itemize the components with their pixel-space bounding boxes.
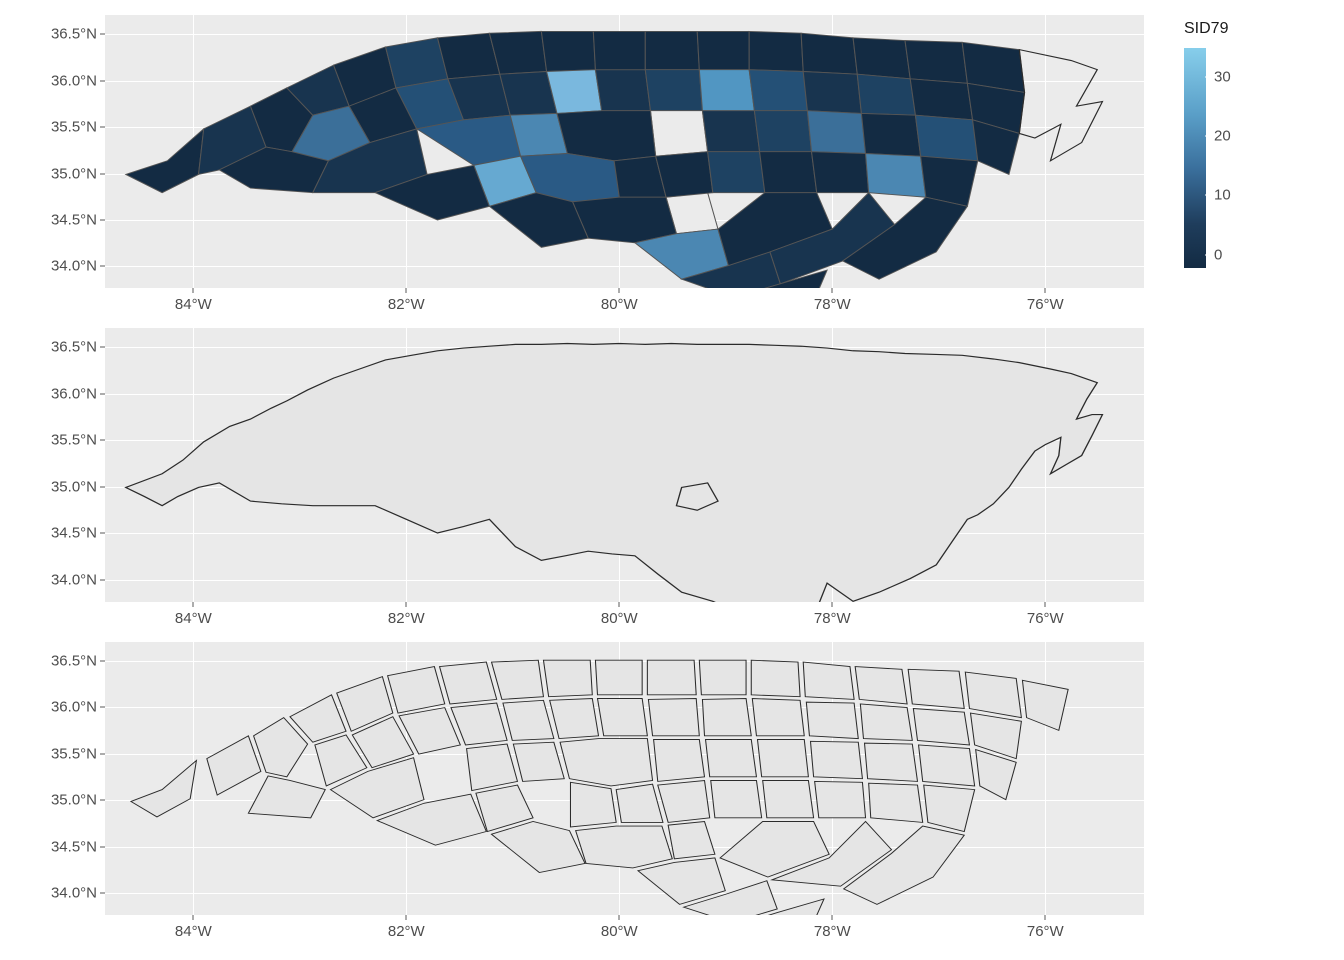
y-tick-label: 35.5°N bbox=[51, 119, 97, 136]
x-tick-label: 78°W bbox=[814, 610, 851, 627]
x-tick-label: 82°W bbox=[388, 610, 425, 627]
y-tick-label: 34.5°N bbox=[51, 525, 97, 542]
panel-choropleth: 36.5°N 36.0°N 35.5°N 35.0°N 34.5°N 34.0°… bbox=[20, 15, 1144, 318]
plot-area-3[interactable] bbox=[105, 642, 1144, 915]
x-axis-1: 84°W 82°W 80°W 78°W 76°W bbox=[20, 288, 1144, 318]
y-tick-label: 36.0°N bbox=[51, 385, 97, 402]
x-tick-label: 76°W bbox=[1027, 296, 1064, 313]
y-tick-label: 36.5°N bbox=[51, 652, 97, 669]
x-tick-label: 76°W bbox=[1027, 610, 1064, 627]
legend-colorbar bbox=[1184, 48, 1206, 268]
x-tick-label: 84°W bbox=[175, 296, 212, 313]
y-tick-label: 34.5°N bbox=[51, 838, 97, 855]
y-axis-2: 36.5°N 36.0°N 35.5°N 35.0°N 34.5°N 34.0°… bbox=[20, 328, 105, 601]
x-tick-label: 76°W bbox=[1027, 923, 1064, 940]
y-axis-1: 36.5°N 36.0°N 35.5°N 35.0°N 34.5°N 34.0°… bbox=[20, 15, 105, 288]
simplified-map bbox=[105, 642, 1144, 915]
outline-map bbox=[105, 328, 1144, 601]
y-tick-label: 36.0°N bbox=[51, 699, 97, 716]
y-tick-label: 35.0°N bbox=[51, 165, 97, 182]
legend-tick-label: 10 bbox=[1214, 187, 1231, 204]
legend-tick-label: 0 bbox=[1214, 246, 1222, 263]
x-tick-label: 80°W bbox=[601, 610, 638, 627]
panel-simplified: 36.5°N 36.0°N 35.5°N 35.0°N 34.5°N 34.0°… bbox=[20, 642, 1144, 945]
y-axis-3: 36.5°N 36.0°N 35.5°N 35.0°N 34.5°N 34.0°… bbox=[20, 642, 105, 915]
legend: SID79 30 20 10 0 bbox=[1144, 15, 1324, 945]
x-tick-label: 82°W bbox=[388, 296, 425, 313]
y-tick-label: 35.5°N bbox=[51, 745, 97, 762]
y-tick-label: 34.0°N bbox=[51, 258, 97, 275]
y-tick-label: 36.0°N bbox=[51, 72, 97, 89]
x-tick-label: 80°W bbox=[601, 296, 638, 313]
y-tick-label: 35.0°N bbox=[51, 478, 97, 495]
plot-area-2[interactable] bbox=[105, 328, 1144, 601]
plot-area-1[interactable] bbox=[105, 15, 1144, 288]
legend-title: SID79 bbox=[1184, 20, 1324, 38]
y-tick-label: 34.5°N bbox=[51, 211, 97, 228]
legend-tick-label: 30 bbox=[1214, 68, 1231, 85]
x-axis-2: 84°W 82°W 80°W 78°W 76°W bbox=[20, 602, 1144, 632]
x-tick-label: 82°W bbox=[388, 923, 425, 940]
y-tick-label: 35.0°N bbox=[51, 792, 97, 809]
legend-tick-label: 20 bbox=[1214, 128, 1231, 145]
panel-outline: 36.5°N 36.0°N 35.5°N 35.0°N 34.5°N 34.0°… bbox=[20, 328, 1144, 631]
choropleth-map bbox=[105, 15, 1144, 288]
x-tick-label: 78°W bbox=[814, 296, 851, 313]
x-tick-label: 84°W bbox=[175, 610, 212, 627]
y-tick-label: 36.5°N bbox=[51, 26, 97, 43]
x-axis-3: 84°W 82°W 80°W 78°W 76°W bbox=[20, 915, 1144, 945]
y-tick-label: 34.0°N bbox=[51, 885, 97, 902]
x-tick-label: 78°W bbox=[814, 923, 851, 940]
x-tick-label: 80°W bbox=[601, 923, 638, 940]
y-tick-label: 34.0°N bbox=[51, 571, 97, 588]
y-tick-label: 35.5°N bbox=[51, 432, 97, 449]
x-tick-label: 84°W bbox=[175, 923, 212, 940]
y-tick-label: 36.5°N bbox=[51, 339, 97, 356]
panel-stack: 36.5°N 36.0°N 35.5°N 35.0°N 34.5°N 34.0°… bbox=[20, 15, 1144, 945]
